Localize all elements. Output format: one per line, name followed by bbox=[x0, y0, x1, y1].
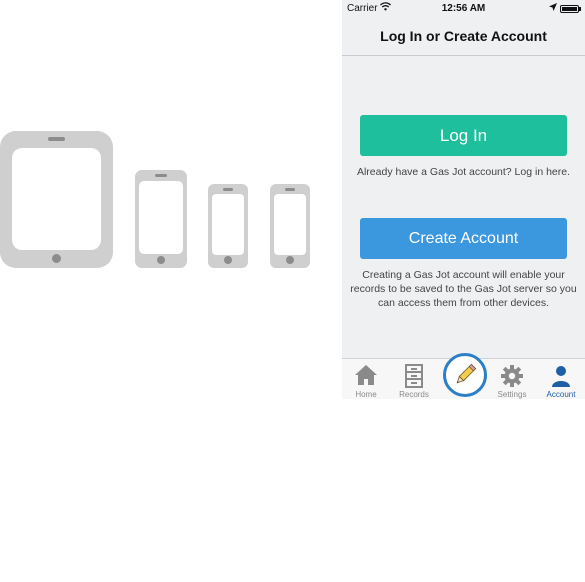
tab-home-label: Home bbox=[355, 390, 377, 399]
page-title: Log In or Create Account bbox=[380, 28, 547, 44]
create-account-description: Creating a Gas Jot account will enable y… bbox=[350, 269, 577, 309]
pencil-icon bbox=[456, 363, 477, 384]
user-icon bbox=[552, 366, 570, 387]
tab-records-label: Records bbox=[399, 390, 429, 399]
battery-cap bbox=[579, 7, 581, 11]
home-icon bbox=[355, 365, 377, 385]
location-arrow-icon bbox=[549, 3, 557, 13]
gear-icon bbox=[501, 365, 523, 387]
login-hint: Already have a Gas Jot account? Log in h… bbox=[356, 166, 571, 178]
battery-icon bbox=[560, 5, 579, 13]
status-bar: Carrier 12:56 AM bbox=[342, 0, 585, 18]
tab-records[interactable]: Records bbox=[390, 359, 438, 399]
phone-small-icon bbox=[270, 184, 310, 268]
file-cabinet-icon bbox=[405, 364, 423, 388]
app-screen: Carrier 12:56 AM Log In or Create Accoun… bbox=[342, 0, 585, 399]
tab-settings[interactable]: Settings bbox=[488, 359, 536, 399]
navigation-bar: Log In or Create Account bbox=[342, 18, 585, 56]
login-button[interactable]: Log In bbox=[360, 115, 567, 156]
phone-medium-icon bbox=[208, 184, 248, 268]
add-record-button[interactable] bbox=[443, 353, 487, 397]
phone-large-icon bbox=[135, 170, 187, 268]
device-illustrations bbox=[0, 0, 340, 582]
tab-account[interactable]: Account bbox=[537, 359, 585, 399]
tab-account-label: Account bbox=[546, 390, 576, 399]
create-account-button[interactable]: Create Account bbox=[360, 218, 567, 259]
tab-settings-label: Settings bbox=[497, 390, 527, 399]
tab-home[interactable]: Home bbox=[342, 359, 390, 399]
tablet-icon bbox=[0, 131, 113, 268]
